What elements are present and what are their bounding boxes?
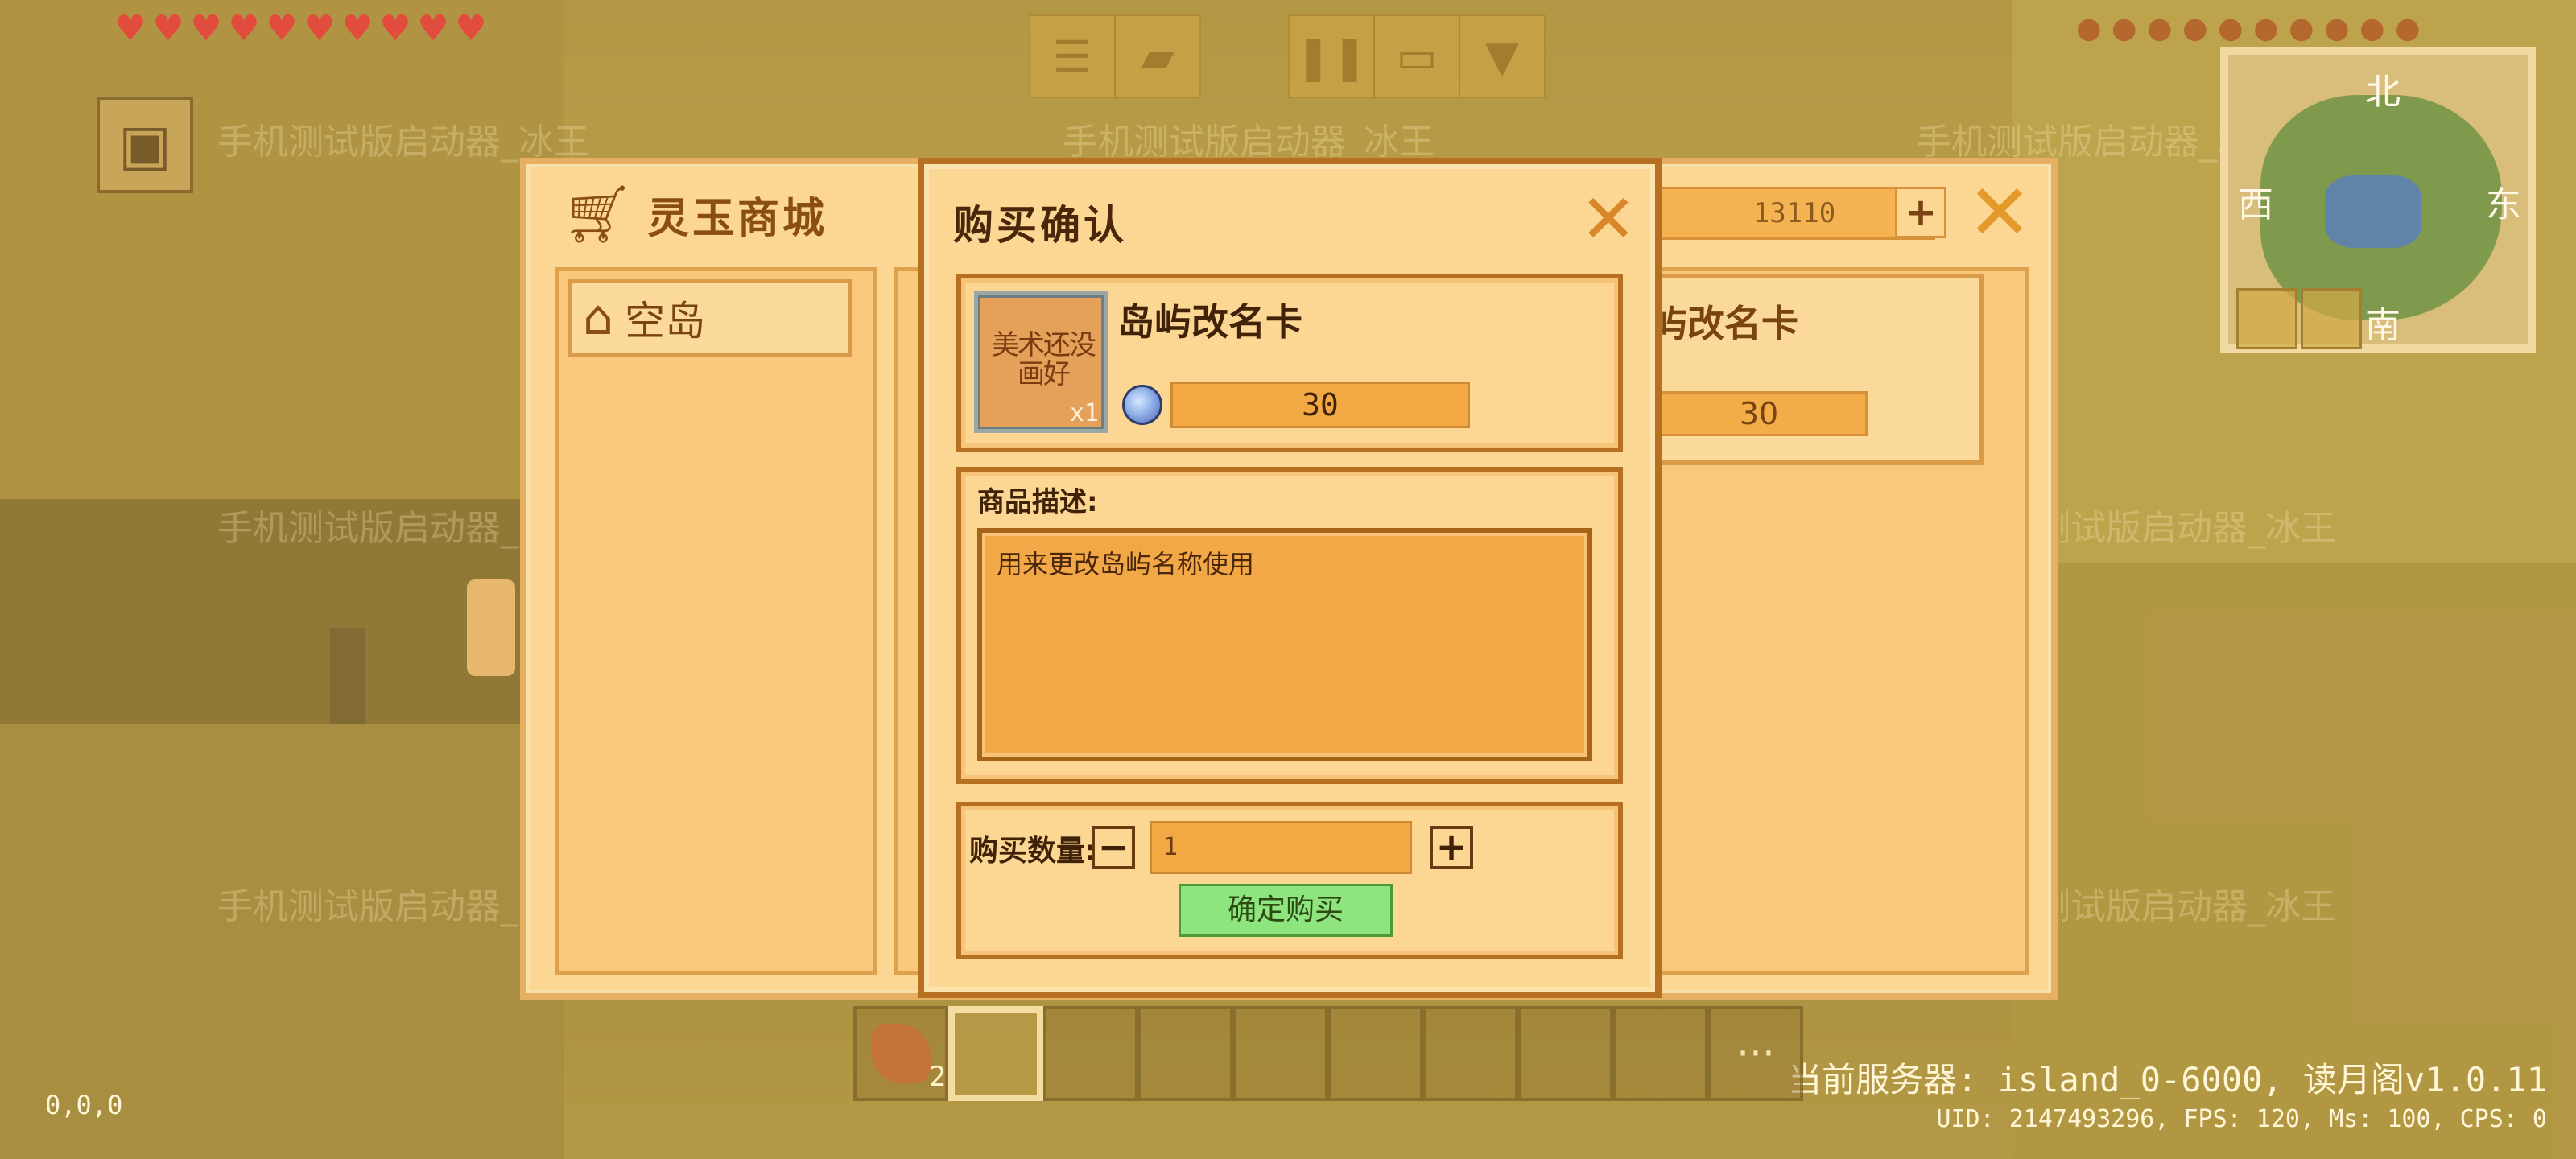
compass-west: 西 — [2238, 184, 2273, 225]
minimap-mode-button[interactable] — [2301, 288, 2362, 349]
hotbar: 2 ··· — [853, 1006, 1803, 1101]
increase-quantity-button[interactable]: + — [1430, 826, 1473, 869]
heart-icon: ♥ — [341, 8, 374, 49]
chat-button[interactable]: ▭ — [1373, 14, 1460, 98]
item-summary-panel: 美术还没画好 x1 岛屿改名卡 30 — [956, 274, 1623, 452]
drumstick-icon: ● — [2068, 7, 2107, 50]
add-currency-button[interactable]: + — [1895, 187, 1946, 238]
shop-title: 灵玉商城 — [647, 194, 828, 243]
description-box: 用来更改岛屿名称使用 — [977, 528, 1592, 761]
minimap[interactable]: 北 西 东 南 — [2220, 47, 2536, 353]
compass-east: 东 — [2486, 184, 2521, 225]
item-placeholder-text: 美术还没画好 — [992, 329, 1096, 390]
item-price: 30 — [1170, 382, 1470, 428]
drumstick-icon: ● — [2316, 7, 2355, 50]
server-line: 当前服务器: island_0-6000, 读月阁v1.0.11 — [1788, 1060, 2547, 1099]
drumstick-icon: ● — [2245, 7, 2285, 50]
hotbar-slot[interactable] — [1138, 1006, 1233, 1101]
heart-icon: ♥ — [266, 8, 298, 49]
item-count: 2 — [929, 1061, 947, 1093]
category-list: ⌂ 空岛 — [555, 267, 877, 975]
backpack-icon: ▣ — [118, 112, 172, 178]
drumstick-icon: ● — [2210, 7, 2249, 50]
hotbar-slot[interactable] — [1043, 1006, 1138, 1101]
description-panel: 商品描述: 用来更改岛屿名称使用 — [956, 467, 1623, 784]
hotbar-slot[interactable] — [1613, 1006, 1708, 1101]
quantity-label: 购买数量: — [969, 835, 1097, 868]
coordinates: 0,0,0 — [45, 1090, 123, 1120]
watermark-text: 手机测试版启动器_冰王 — [217, 122, 589, 163]
category-item[interactable]: ⌂ 空岛 — [568, 279, 852, 357]
hotbar-slot[interactable] — [1328, 1006, 1423, 1101]
list-menu-button[interactable]: ☰ — [1029, 14, 1116, 98]
drumstick-icon: ● — [2103, 7, 2143, 50]
hotbar-more-button[interactable]: ··· — [1708, 1006, 1803, 1101]
product-name: 屿改名卡 — [1650, 302, 1798, 345]
heart-icon: ♥ — [190, 8, 222, 49]
pause-icon: ❚❚ — [1294, 31, 1368, 82]
dropdown-button[interactable]: ▼ — [1459, 14, 1546, 98]
hotbar-slot-selected[interactable] — [948, 1006, 1043, 1101]
description-label: 商品描述: — [977, 486, 1098, 518]
dialog-close-button[interactable]: ✕ — [1575, 185, 1642, 253]
shop-title-bar: 🛒︎ 灵玉商城 — [562, 182, 828, 246]
hotbar-slot[interactable]: 2 — [853, 1006, 948, 1101]
decrease-quantity-button[interactable]: − — [1092, 826, 1135, 869]
category-label: 空岛 — [625, 298, 706, 344]
list-icon: ☰ — [1052, 31, 1092, 82]
minimap-zoom-button[interactable] — [2236, 288, 2297, 349]
product-card[interactable]: 屿改名卡 30 — [1645, 274, 1984, 465]
heart-icon: ♥ — [417, 8, 449, 49]
description-text: 用来更改岛屿名称使用 — [997, 549, 1255, 580]
cart-icon: 🛒︎ — [562, 181, 634, 247]
watermark-text: 手机测试版启动器_冰王 — [1063, 122, 1435, 163]
quantity-input[interactable]: 1 — [1150, 821, 1412, 874]
heart-icon: ♥ — [152, 8, 184, 49]
stats-line: UID: 2147493296, FPS: 120, Ms: 100, CPS:… — [1936, 1105, 2547, 1133]
backpack-button[interactable]: ▣ — [97, 97, 193, 193]
jade-currency-icon — [1122, 385, 1162, 425]
minimap-water — [2325, 175, 2421, 248]
health-bar: ♥ ♥ ♥ ♥ ♥ ♥ ♥ ♥ ♥ ♥ — [113, 8, 489, 49]
compass-north: 北 — [2365, 72, 2401, 113]
heart-icon: ♥ — [228, 8, 260, 49]
item-name: 岛屿改名卡 — [1117, 300, 1302, 344]
journal-button[interactable]: ▰ — [1114, 14, 1201, 98]
item-qty-badge: x1 — [1069, 399, 1099, 427]
hunger-bar: ● ● ● ● ● ● ● ● ● ● — [2069, 8, 2426, 49]
hotbar-slot[interactable] — [1423, 1006, 1518, 1101]
scroll-icon: ▰ — [1141, 31, 1174, 82]
hotbar-slot[interactable] — [1518, 1006, 1613, 1101]
leather-item-icon — [871, 1024, 931, 1083]
currency-amount: 13110 — [1653, 187, 1935, 240]
home-icon: ⌂ — [583, 290, 614, 346]
server-info: 当前服务器: island_0-6000, 读月阁v1.0.11 UID: 21… — [1788, 1053, 2547, 1133]
pause-button[interactable]: ❚❚ — [1288, 14, 1375, 98]
confirm-purchase-button[interactable]: 确定购买 — [1179, 884, 1393, 937]
drumstick-icon: ● — [2174, 7, 2214, 50]
hotbar-slot[interactable] — [1233, 1006, 1328, 1101]
drumstick-icon: ● — [2281, 7, 2320, 50]
product-price: 30 — [1650, 391, 1868, 436]
shop-close-button[interactable]: ✕ — [1964, 174, 2035, 251]
heart-icon: ♥ — [455, 8, 487, 49]
item-image: 美术还没画好 x1 — [974, 291, 1108, 433]
heart-icon: ♥ — [379, 8, 411, 49]
heart-icon: ♥ — [303, 8, 336, 49]
quantity-panel: 购买数量: − 1 + 确定购买 — [956, 802, 1623, 959]
purchase-confirm-dialog: 购买确认 ✕ 美术还没画好 x1 岛屿改名卡 30 商品描述: 用来更改岛屿名称… — [918, 158, 1662, 998]
chat-icon: ▭ — [1396, 31, 1438, 82]
drumstick-icon: ● — [2139, 7, 2178, 50]
dialog-title: 购买确认 — [953, 202, 1127, 249]
compass-south: 南 — [2365, 305, 2401, 346]
chevron-down-icon: ▼ — [1485, 31, 1519, 82]
heart-icon: ♥ — [114, 8, 147, 49]
drumstick-icon: ● — [2387, 7, 2426, 50]
drumstick-icon: ● — [2351, 7, 2391, 50]
